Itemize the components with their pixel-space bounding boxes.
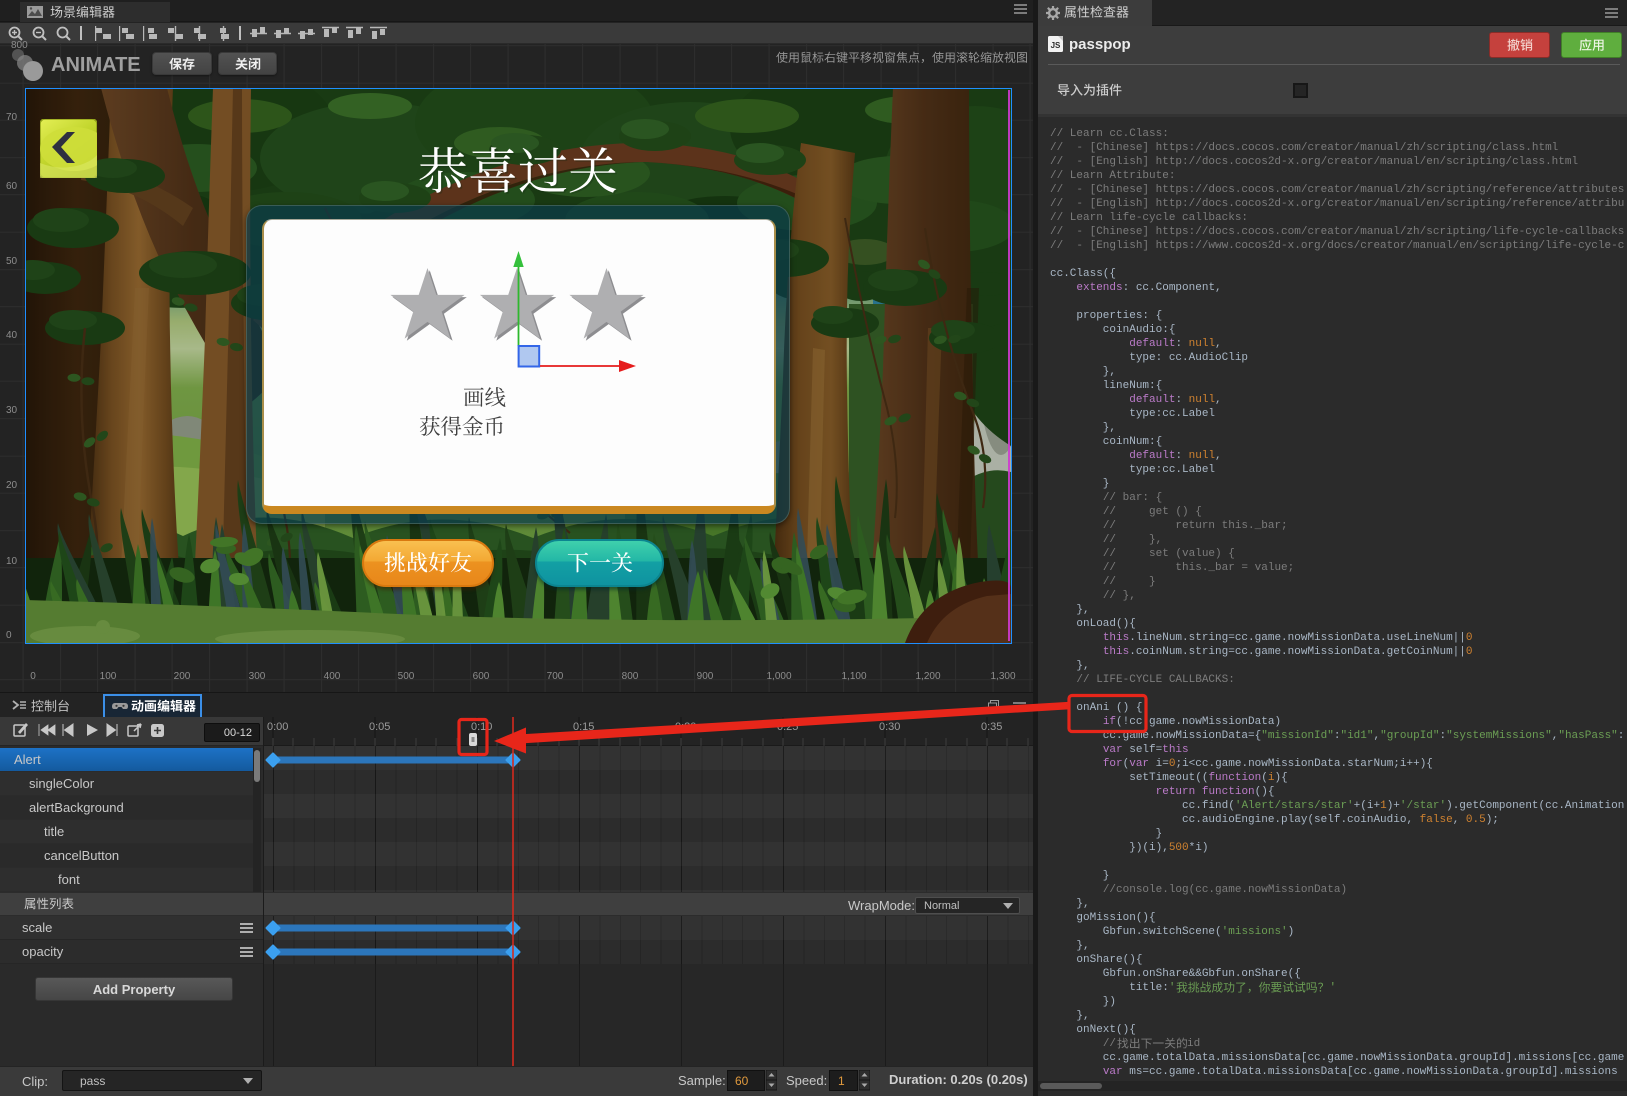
svg-text:JS: JS: [1051, 41, 1061, 50]
